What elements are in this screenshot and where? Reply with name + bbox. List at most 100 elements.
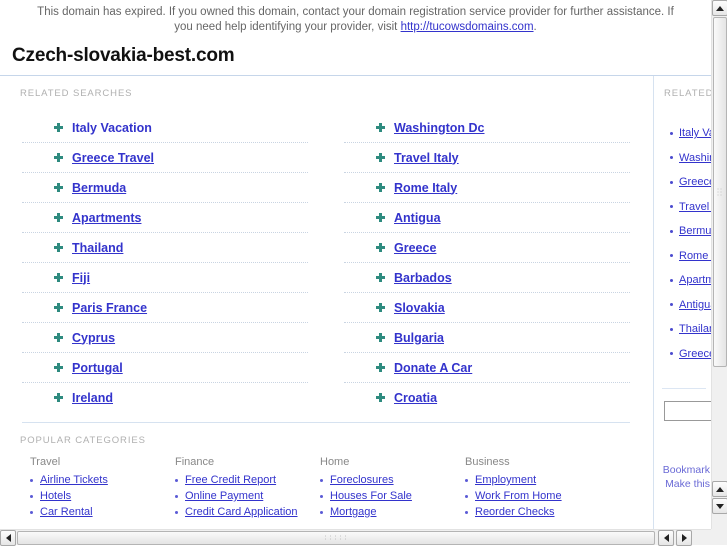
- related-search-item[interactable]: Thailand: [22, 233, 308, 263]
- related-search-item[interactable]: Bulgaria: [344, 323, 630, 353]
- popular-category-item[interactable]: Houses For Sale: [320, 490, 465, 502]
- related-search-link[interactable]: Italy Vacation: [72, 121, 152, 135]
- popular-category-link[interactable]: Employment: [475, 474, 536, 486]
- related-search-item[interactable]: Fiji: [22, 263, 308, 293]
- related-search-item[interactable]: Paris France: [22, 293, 308, 323]
- popular-category-link[interactable]: Reorder Checks: [475, 506, 554, 518]
- related-search-link[interactable]: Ireland: [72, 391, 113, 405]
- related-search-link[interactable]: Paris France: [72, 301, 147, 315]
- scroll-down-button[interactable]: [712, 498, 727, 514]
- horizontal-scrollbar[interactable]: [0, 529, 727, 546]
- popular-category-link[interactable]: Foreclosures: [330, 474, 394, 486]
- vertical-scrollbar[interactable]: [711, 0, 727, 529]
- sidebar-related-item[interactable]: Thailand: [670, 317, 711, 342]
- related-search-item[interactable]: Antigua: [344, 203, 630, 233]
- scroll-down-arrow-upper[interactable]: [712, 481, 727, 497]
- related-search-link[interactable]: Slovakia: [394, 301, 445, 315]
- related-search-link[interactable]: Travel Italy: [394, 151, 459, 165]
- sidebar-related-link[interactable]: Greece Travel: [679, 176, 711, 188]
- sidebar-related-link[interactable]: Greece: [679, 348, 711, 360]
- popular-category-link[interactable]: Online Payment: [185, 490, 263, 502]
- sidebar-related-link[interactable]: Apartments: [679, 274, 711, 286]
- scroll-up-button[interactable]: [712, 0, 727, 16]
- popular-category-item[interactable]: Car Rental: [30, 506, 175, 518]
- popular-category-item[interactable]: Airline Tickets: [30, 474, 175, 486]
- related-search-item[interactable]: Croatia: [344, 383, 630, 412]
- popular-category-item[interactable]: Free Credit Report: [175, 474, 320, 486]
- sidebar-footer-link[interactable]: Make this: [660, 477, 710, 491]
- related-search-link[interactable]: Barbados: [394, 271, 452, 285]
- sidebar-related-item[interactable]: Rome Italy: [670, 244, 711, 269]
- sidebar-related-item[interactable]: Travel Italy: [670, 195, 711, 220]
- related-search-link[interactable]: Cyprus: [72, 331, 115, 345]
- popular-category-item[interactable]: Work From Home: [465, 490, 610, 502]
- related-search-link[interactable]: Greece Travel: [72, 151, 154, 165]
- related-search-link[interactable]: Croatia: [394, 391, 437, 405]
- related-search-item[interactable]: Washington Dc: [344, 113, 630, 143]
- sidebar-related-item[interactable]: Greece: [670, 342, 711, 367]
- vertical-scroll-thumb[interactable]: [713, 17, 727, 367]
- popular-category-item[interactable]: Mortgage: [320, 506, 465, 518]
- popular-category-item[interactable]: Foreclosures: [320, 474, 465, 486]
- popular-category-item[interactable]: Reorder Checks: [465, 506, 610, 518]
- popular-category-link[interactable]: Car Rental: [40, 506, 93, 518]
- related-search-item[interactable]: Barbados: [344, 263, 630, 293]
- sidebar-related-link[interactable]: Rome Italy: [679, 250, 711, 262]
- scroll-left-button-right[interactable]: [658, 530, 674, 546]
- popular-category-link[interactable]: Credit Card Application: [185, 506, 298, 518]
- sidebar-related-link[interactable]: Thailand: [679, 323, 711, 335]
- related-search-link[interactable]: Rome Italy: [394, 181, 457, 195]
- related-search-link[interactable]: Greece: [394, 241, 436, 255]
- sidebar-related-item[interactable]: Bermuda: [670, 219, 711, 244]
- related-search-item[interactable]: Greece Travel: [22, 143, 308, 173]
- scroll-left-button[interactable]: [0, 530, 16, 546]
- popular-category-link[interactable]: Free Credit Report: [185, 474, 276, 486]
- popular-category-heading: Travel: [30, 456, 61, 468]
- scroll-right-button[interactable]: [676, 530, 692, 546]
- popular-category-link[interactable]: Hotels: [40, 490, 71, 502]
- related-search-item[interactable]: Portugal: [22, 353, 308, 383]
- sidebar-related-item[interactable]: Apartments: [670, 268, 711, 293]
- related-search-link[interactable]: Fiji: [72, 271, 90, 285]
- related-search-item[interactable]: Apartments: [22, 203, 308, 233]
- related-search-link[interactable]: Washington Dc: [394, 121, 485, 135]
- related-search-link[interactable]: Donate A Car: [394, 361, 472, 375]
- popular-category-item[interactable]: Employment: [465, 474, 610, 486]
- popular-category-item[interactable]: Online Payment: [175, 490, 320, 502]
- sidebar-search-input[interactable]: [664, 401, 711, 421]
- sidebar-related-link[interactable]: Travel Italy: [679, 201, 711, 213]
- related-search-item[interactable]: Bermuda: [22, 173, 308, 203]
- related-search-link[interactable]: Bermuda: [72, 181, 126, 195]
- related-search-link[interactable]: Portugal: [72, 361, 123, 375]
- sidebar-related-item[interactable]: Antigua: [670, 293, 711, 318]
- related-search-link[interactable]: Apartments: [72, 211, 141, 225]
- popular-category-link[interactable]: Mortgage: [330, 506, 376, 518]
- triangle-up-icon-lower: [716, 486, 724, 492]
- sidebar-related-item[interactable]: Greece Travel: [670, 170, 711, 195]
- sidebar-related-link[interactable]: Washington Dc: [679, 152, 711, 164]
- tucows-domains-link[interactable]: http://tucowsdomains.com: [401, 21, 534, 33]
- popular-category-link[interactable]: Houses For Sale: [330, 490, 412, 502]
- popular-category-link[interactable]: Airline Tickets: [40, 474, 108, 486]
- related-search-link[interactable]: Bulgaria: [394, 331, 444, 345]
- sidebar-related-link[interactable]: Bermuda: [679, 225, 711, 237]
- related-search-item[interactable]: Cyprus: [22, 323, 308, 353]
- sidebar-footer-link[interactable]: Bookmark: [660, 463, 710, 477]
- related-search-item[interactable]: Italy Vacation: [22, 113, 308, 143]
- popular-category-item[interactable]: Hotels: [30, 490, 175, 502]
- related-search-item[interactable]: Greece: [344, 233, 630, 263]
- related-search-link[interactable]: Antigua: [394, 211, 441, 225]
- popular-category-item[interactable]: Credit Card Application: [175, 506, 320, 518]
- sidebar-related-link[interactable]: Italy Vacation: [679, 127, 711, 139]
- related-search-item[interactable]: Rome Italy: [344, 173, 630, 203]
- related-search-item[interactable]: Slovakia: [344, 293, 630, 323]
- horizontal-scroll-thumb[interactable]: [17, 531, 655, 545]
- popular-category-link[interactable]: Work From Home: [475, 490, 562, 502]
- related-search-item[interactable]: Ireland: [22, 383, 308, 412]
- sidebar-related-item[interactable]: Italy Vacation: [670, 121, 711, 146]
- sidebar-related-item[interactable]: Washington Dc: [670, 146, 711, 171]
- sidebar-related-link[interactable]: Antigua: [679, 299, 711, 311]
- related-search-item[interactable]: Travel Italy: [344, 143, 630, 173]
- related-search-link[interactable]: Thailand: [72, 241, 123, 255]
- related-search-item[interactable]: Donate A Car: [344, 353, 630, 383]
